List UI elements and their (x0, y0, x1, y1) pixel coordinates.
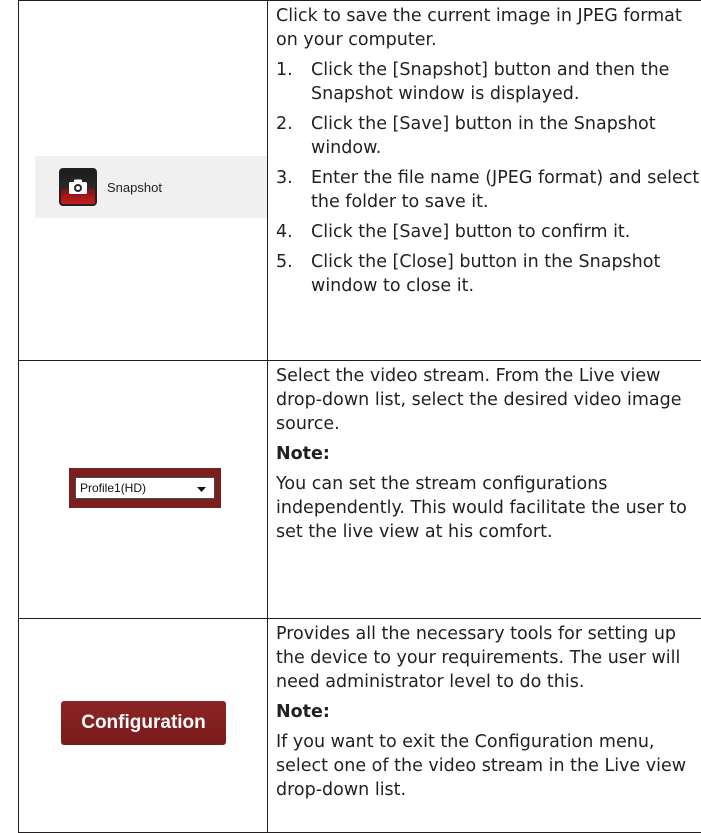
step-text: Click the [Snapshot] button and then the… (311, 60, 669, 104)
step-text: Enter the file name (JPEG format) and se… (311, 168, 699, 212)
step-number: 3. (276, 166, 293, 190)
list-item: 1. Click the [Snapshot] button and then t… (276, 58, 701, 106)
profile-selected-value: Profile1(HD) (80, 481, 146, 495)
configuration-description: Provides all the necessary tools for set… (276, 622, 701, 694)
snapshot-row: Snapshot Click to save the current image… (19, 1, 701, 361)
configuration-button[interactable]: Configuration (61, 701, 226, 745)
profile-description-cell: Select the video stream. From the Live v… (268, 361, 701, 619)
configuration-note: If you want to exit the Configuration me… (276, 730, 701, 802)
profile-dropdown[interactable]: Profile1(HD) (75, 477, 215, 499)
step-number: 4. (276, 220, 293, 244)
profile-note-label: Note: (276, 442, 701, 466)
list-item: 4. Click the [Save] button to confirm it. (276, 220, 701, 244)
configuration-description-cell: Provides all the necessary tools for set… (268, 619, 701, 833)
profile-row: Profile1(HD) Select the video stream. Fr… (19, 361, 701, 619)
configuration-icon-cell: Configuration (19, 619, 268, 833)
function-table: Snapshot Click to save the current image… (18, 0, 701, 833)
step-text: Click the [Save] button in the Snapshot … (311, 114, 656, 158)
profile-icon-cell: Profile1(HD) (19, 361, 268, 619)
chevron-down-icon[interactable] (197, 481, 206, 495)
profile-note: You can set the stream configurations in… (276, 472, 701, 544)
profile-dropdown-frame: Profile1(HD) (69, 468, 221, 508)
list-item: 3. Enter the file name (JPEG format) and … (276, 166, 701, 214)
list-item: 2. Click the [Save] button in the Snapsho… (276, 112, 701, 160)
profile-description: Select the video stream. From the Live v… (276, 364, 701, 436)
step-text: Click the [Close] button in the Snapshot… (311, 252, 660, 296)
step-number: 1. (276, 58, 293, 82)
snapshot-description-cell: Click to save the current image in JPEG … (268, 1, 701, 361)
snapshot-icon-cell: Snapshot (19, 1, 268, 361)
configuration-note-label: Note: (276, 700, 701, 724)
snapshot-button[interactable]: Snapshot (35, 156, 267, 218)
step-number: 5. (276, 250, 293, 274)
step-number: 2. (276, 112, 293, 136)
camera-icon (59, 168, 97, 206)
snapshot-intro: Click to save the current image in JPEG … (276, 4, 701, 52)
list-item: 5. Click the [Close] button in the Snapsh… (276, 250, 701, 298)
snapshot-steps: 1. Click the [Snapshot] button and then t… (276, 58, 701, 298)
snapshot-button-label: Snapshot (107, 180, 162, 195)
configuration-row: Configuration Provides all the necessary… (19, 619, 701, 833)
step-text: Click the [Save] button to confirm it. (311, 222, 630, 242)
